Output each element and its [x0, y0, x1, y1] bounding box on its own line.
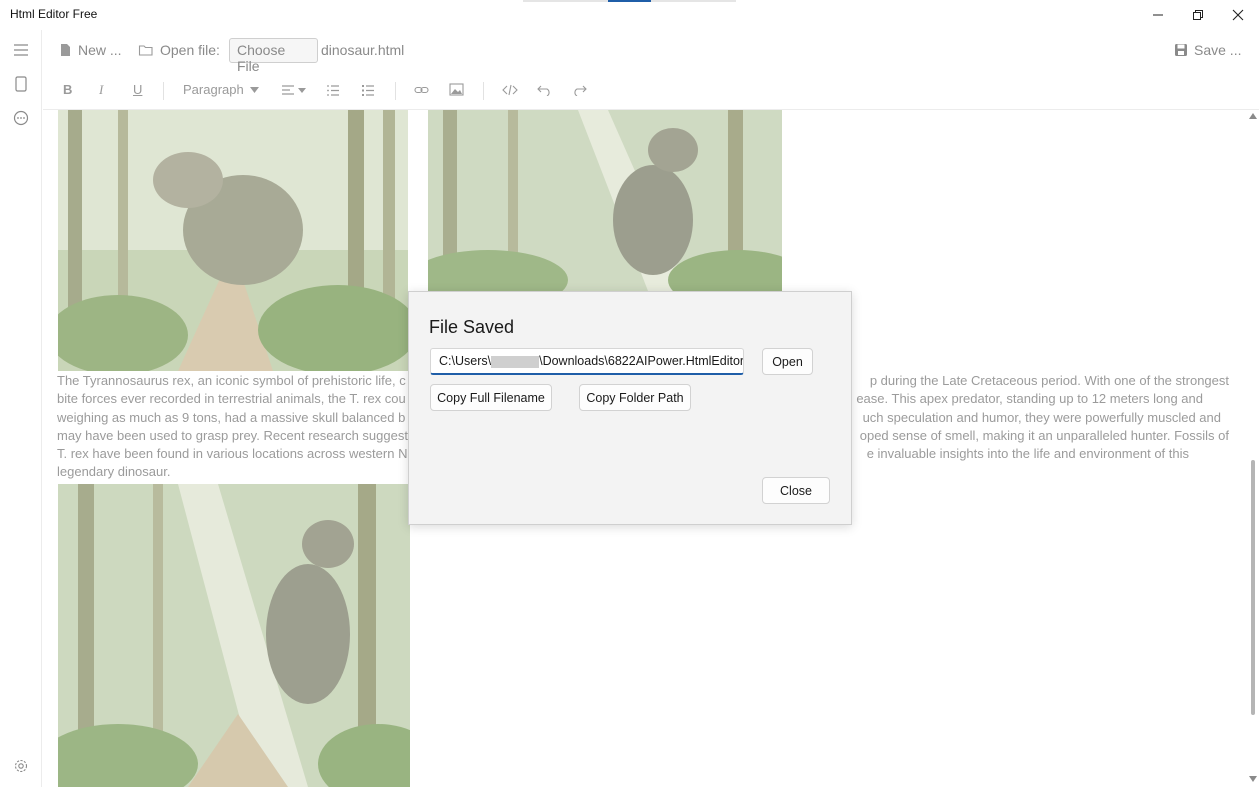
text-fragment: ease. This apex predator, standing up to… — [856, 391, 1203, 407]
app-title: Html Editor Free — [10, 7, 98, 21]
toolbar-divider — [163, 82, 164, 100]
current-filename: dinosaur.html — [321, 42, 405, 58]
text-fragment: weighing as much as 9 tons, had a massiv… — [57, 409, 406, 425]
more-button[interactable] — [12, 109, 30, 127]
page-button[interactable] — [12, 75, 30, 93]
tab-strip-active — [608, 0, 651, 2]
new-button[interactable]: New ... — [58, 42, 122, 58]
insert-link-button[interactable] — [414, 84, 429, 99]
close-window-button[interactable] — [1218, 0, 1258, 30]
image-icon — [449, 83, 464, 96]
new-label: New ... — [78, 42, 122, 58]
ordered-list-icon — [327, 85, 339, 96]
chevron-down-icon — [249, 86, 259, 93]
text-fragment: p during the Late Cretaceous period. Wit… — [869, 373, 1229, 388]
editor-scrollbar[interactable] — [1247, 110, 1259, 787]
text-fragment: legendary dinosaur. — [57, 464, 171, 480]
path-prefix: C:\Users\ — [439, 354, 492, 368]
undo-button[interactable] — [537, 84, 552, 99]
block-format-value: Paragraph — [183, 82, 244, 97]
restore-button[interactable] — [1178, 0, 1218, 30]
scroll-up-icon — [1249, 113, 1257, 119]
text-fragment: The Tyrannosaurus rex, an iconic symbol … — [57, 373, 406, 388]
restore-icon — [1193, 10, 1203, 20]
unordered-list-button[interactable] — [361, 84, 375, 100]
left-rail — [0, 30, 42, 787]
trex-image-bottom — [58, 484, 410, 787]
redo-icon — [574, 85, 587, 97]
italic-button[interactable]: I — [99, 82, 103, 98]
tab-strip-segment — [651, 0, 736, 2]
text-fragment: e invaluable insights into the life and … — [866, 446, 1189, 462]
block-format-dropdown[interactable]: Paragraph — [183, 82, 259, 97]
settings-button[interactable] — [12, 757, 30, 775]
insert-image-button[interactable] — [449, 83, 464, 99]
save-button[interactable]: Save ... — [1174, 42, 1241, 58]
underline-button[interactable]: U — [133, 82, 142, 97]
toolbar-divider — [395, 82, 396, 100]
format-toolbar: B I U Paragraph — [43, 72, 1259, 110]
align-dropdown[interactable] — [281, 84, 306, 96]
text-fragment: bite forces ever recorded in terrestrial… — [57, 391, 406, 407]
text-fragment: uch speculation and humor, they were pow… — [862, 409, 1221, 425]
bold-button[interactable]: B — [63, 82, 72, 97]
save-label: Save ... — [1194, 42, 1242, 58]
text-fragment: T. rex have been found in various locati… — [57, 446, 408, 462]
file-saved-dialog: File Saved C:\Users\ \Downloads\6822AIPow… — [408, 291, 852, 525]
menu-button[interactable] — [12, 41, 30, 59]
text-fragment: oped sense of smell, making it an unpara… — [859, 427, 1229, 443]
page-icon — [15, 76, 27, 92]
unordered-list-icon — [362, 85, 374, 96]
open-file-label-group: Open file: — [138, 42, 220, 58]
undo-icon — [537, 85, 550, 97]
minimize-icon — [1153, 14, 1163, 16]
dialog-title: File Saved — [429, 317, 515, 337]
saved-path-field[interactable]: C:\Users\ \Downloads\6822AIPower.HtmlEdit… — [430, 348, 744, 375]
choose-file-button[interactable]: Choose File — [229, 38, 318, 74]
minimize-button[interactable] — [1138, 0, 1178, 30]
text-fragment: may have been used to grasp prey. Recent… — [57, 427, 408, 443]
command-bar: New ... Open file: Choose File dinosaur.… — [43, 30, 1259, 74]
copy-full-filename-button[interactable]: Copy Full Filename — [430, 384, 552, 411]
open-button[interactable]: Open — [762, 348, 813, 375]
redacted-username — [491, 355, 540, 368]
close-icon — [1232, 9, 1244, 21]
code-icon — [502, 84, 518, 96]
toolbar-divider — [483, 82, 484, 100]
source-code-button[interactable] — [502, 84, 518, 99]
redo-button[interactable] — [572, 84, 587, 99]
tab-strip-segment — [523, 0, 608, 2]
more-circle-icon — [13, 110, 29, 126]
open-file-label: Open file: — [160, 42, 220, 58]
new-file-icon — [61, 44, 70, 56]
scroll-down-icon — [1249, 776, 1257, 782]
folder-icon — [138, 45, 153, 56]
app-window: Html Editor Free New ... Open file: Choo… — [0, 0, 1259, 787]
copy-folder-path-button[interactable]: Copy Folder Path — [579, 384, 691, 411]
link-icon — [414, 86, 429, 94]
title-bar: Html Editor Free — [0, 0, 1259, 30]
ordered-list-button[interactable] — [326, 84, 340, 100]
align-left-icon — [282, 85, 294, 95]
path-suffix: \Downloads\6822AIPower.HtmlEditorFr — [539, 354, 744, 368]
save-icon — [1175, 44, 1187, 56]
triceratops-image — [58, 110, 408, 371]
chevron-down-icon — [298, 87, 306, 93]
scrollbar-thumb[interactable] — [1251, 460, 1255, 715]
hamburger-icon — [14, 44, 28, 56]
trex-image-top — [428, 110, 782, 291]
gear-icon — [14, 759, 28, 773]
close-button[interactable]: Close — [762, 477, 830, 504]
